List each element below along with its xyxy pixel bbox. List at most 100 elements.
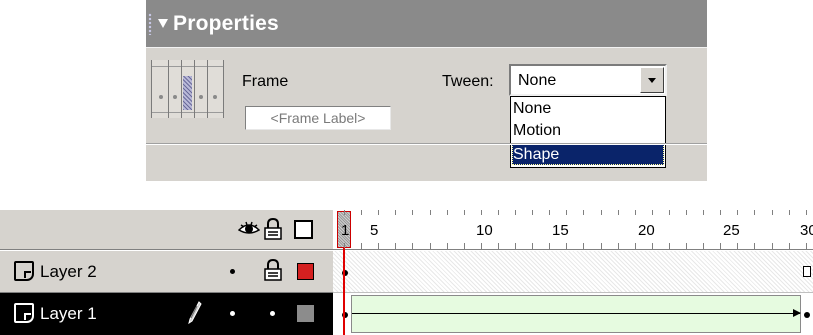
ruler-tick (566, 243, 568, 249)
ruler-tick (480, 210, 482, 215)
properties-header[interactable]: Properties (146, 0, 707, 47)
layer-frames-row[interactable] (333, 293, 813, 335)
frame-ruler[interactable]: 1 5 10 15 20 25 30 (333, 210, 813, 250)
ruler-tick (583, 210, 585, 215)
tween-option-none[interactable]: None (512, 98, 664, 119)
ruler-tick (686, 243, 687, 249)
ruler-tick (703, 210, 705, 215)
ruler-tick (737, 243, 739, 249)
panel-grip-icon[interactable] (148, 13, 152, 35)
divider (146, 144, 707, 145)
lock-dot[interactable] (270, 311, 275, 316)
frame-thumbnail-icon (151, 60, 224, 118)
ruler-tick (617, 243, 619, 249)
ruler-tick (429, 210, 431, 215)
ruler-tick (480, 243, 482, 249)
ruler-tick (634, 210, 636, 215)
playhead-line (343, 248, 345, 335)
lock-icon[interactable] (264, 218, 282, 240)
ruler-tick (497, 210, 499, 215)
frame-label-input[interactable]: <Frame Label> (245, 106, 391, 130)
collapse-arrow-icon[interactable] (158, 19, 168, 28)
layer-frames-row[interactable] (333, 251, 813, 293)
arrow-right-icon (793, 309, 801, 317)
tween-option-shape[interactable]: Shape (512, 144, 664, 165)
outline-toggle-icon[interactable] (294, 220, 313, 239)
ruler-tick (515, 210, 516, 215)
ruler-tick (361, 243, 363, 249)
ruler-tick (720, 243, 722, 249)
ruler-tick (532, 243, 534, 249)
ruler-tick (429, 243, 431, 249)
layer-row[interactable]: Layer 2 (0, 251, 333, 293)
visibility-dot[interactable] (230, 269, 235, 274)
tween-select-value: None (518, 72, 557, 89)
ruler-tick (515, 243, 516, 249)
layer-name[interactable]: Layer 1 (40, 304, 97, 324)
chevron-down-icon (648, 78, 656, 83)
ruler-label: 30 (800, 222, 813, 239)
divider (146, 47, 707, 48)
ruler-tick (446, 243, 448, 249)
timeline-header (0, 210, 333, 250)
empty-keyframe-marker[interactable] (803, 266, 811, 277)
layer-icon (14, 303, 34, 323)
ruler-tick (754, 243, 756, 249)
shape-tween-span[interactable] (351, 295, 801, 333)
ruler-label: 10 (476, 222, 493, 239)
ruler-label: 5 (370, 222, 379, 239)
visibility-dot[interactable] (230, 311, 235, 316)
ruler-tick (754, 210, 756, 215)
properties-panel: Properties Frame <Frame Label> Tween: No… (146, 0, 707, 181)
ruler-tick (788, 210, 790, 215)
tween-dropdown-list: None Motion Shape (510, 96, 666, 168)
properties-title: Properties (173, 12, 279, 35)
ruler-tick (686, 210, 687, 215)
tween-arrow (352, 313, 800, 314)
ruler-tick (771, 243, 773, 249)
timeline-panel: 1 5 10 15 20 25 30 Layer 2 Layer 1 (0, 210, 813, 335)
tween-label: Tween: (442, 73, 494, 90)
ruler-tick (634, 243, 636, 249)
ruler-tick (771, 210, 773, 215)
ruler-tick (344, 210, 345, 215)
ruler-tick (395, 210, 397, 215)
ruler-tick (395, 243, 397, 249)
ruler-tick (446, 210, 448, 215)
lock-icon[interactable] (264, 259, 282, 281)
dropdown-button[interactable] (640, 67, 664, 93)
ruler-tick (703, 243, 705, 249)
ruler-label: 20 (638, 222, 655, 239)
ruler-tick (361, 210, 363, 215)
ruler-tick (566, 210, 568, 215)
ruler-tick (805, 210, 807, 215)
ruler-tick (412, 243, 414, 249)
ruler-tick (668, 210, 670, 215)
layer-icon (14, 261, 34, 281)
pencil-icon (188, 301, 202, 325)
ruler-tick (737, 210, 739, 215)
ruler-tick (720, 210, 722, 215)
outline-color-swatch[interactable] (297, 263, 314, 280)
ruler-tick (497, 243, 499, 249)
ruler-tick (583, 243, 585, 249)
ruler-tick (600, 210, 602, 215)
tween-option-motion[interactable]: Motion (512, 120, 664, 141)
keyframe-marker[interactable] (804, 312, 810, 318)
outline-color-swatch[interactable] (297, 305, 314, 322)
ruler-tick (788, 243, 790, 249)
ruler-tick (549, 210, 551, 215)
ruler-label: 1 (341, 222, 350, 239)
layer-row[interactable]: Layer 1 (0, 293, 333, 335)
ruler-label: 15 (552, 222, 569, 239)
eye-icon[interactable] (238, 220, 260, 238)
ruler-tick (463, 210, 465, 215)
ruler-tick (412, 210, 414, 215)
layer-name[interactable]: Layer 2 (40, 262, 97, 282)
ruler-tick (532, 210, 534, 215)
ruler-tick (805, 243, 807, 249)
ruler-tick (378, 243, 380, 249)
ruler-tick (617, 210, 619, 215)
ruler-label: 25 (723, 222, 740, 239)
tween-select[interactable]: None (509, 64, 667, 96)
